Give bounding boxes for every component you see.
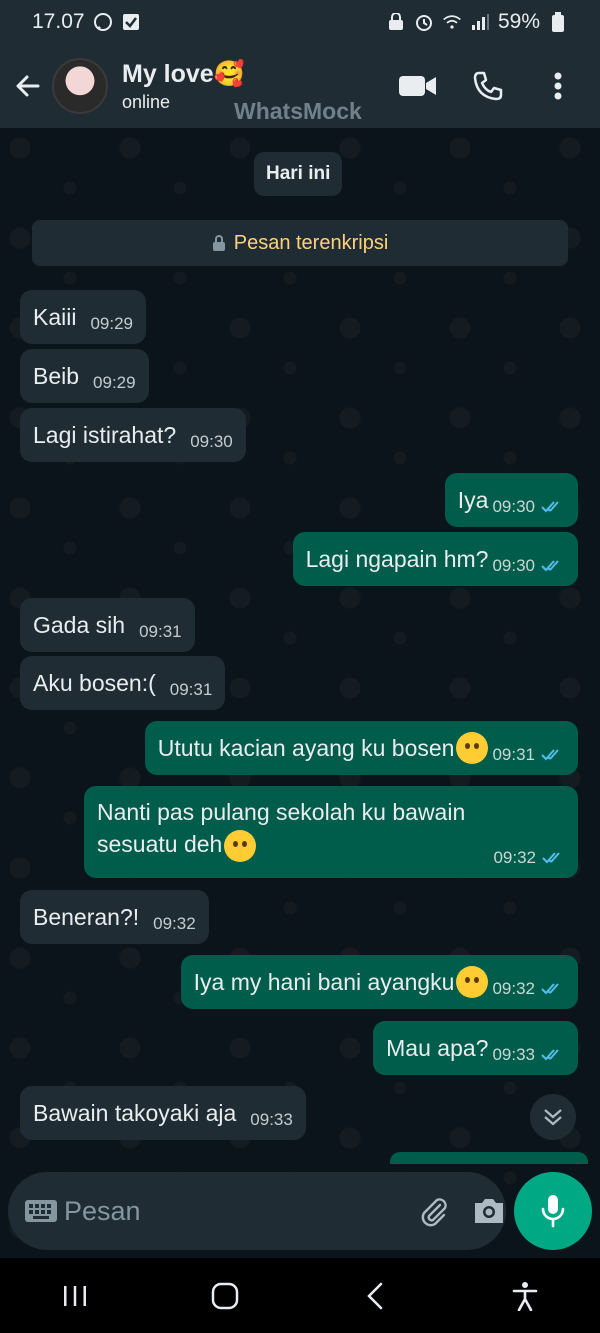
- message-text: Lagi ngapain hm?: [305, 545, 489, 572]
- message-bubble-incoming[interactable]: Bawain takoyaki aja 09:33: [20, 1086, 306, 1140]
- message-time: 09:33: [250, 1110, 293, 1129]
- message-bubble-outgoing[interactable]: Nanti pas pulang sekolah ku bawain sesua…: [84, 786, 578, 878]
- chevron-double-down-icon: [544, 1109, 562, 1126]
- message-bubble-incoming[interactable]: Gada sih 09:31: [20, 598, 195, 652]
- message-text: Beib: [33, 362, 80, 389]
- message-text: Ututu kacian ayang ku bosen: [157, 734, 455, 761]
- message-bubble-partial: [390, 1152, 588, 1164]
- message-bubble-incoming[interactable]: Beneran?! 09:32: [20, 890, 209, 944]
- lock-icon: [212, 235, 225, 251]
- message-bubble-incoming[interactable]: Beib 09:29: [20, 349, 149, 403]
- mic-icon: [541, 1195, 565, 1228]
- video-call-icon[interactable]: [398, 66, 438, 106]
- message-time: 09:31: [492, 745, 535, 764]
- message-text: Aku bosen:(: [33, 669, 156, 696]
- battery-percent: 59%: [497, 10, 540, 33]
- message-time: 09:30: [492, 497, 535, 516]
- message-time: 09:30: [492, 556, 535, 575]
- battery-icon: [548, 12, 568, 32]
- message-bubble-incoming[interactable]: Lagi istirahat? 09:30: [20, 408, 246, 462]
- message-time: 09:31: [169, 680, 213, 699]
- message-time: 09:29: [93, 373, 136, 392]
- system-nav-bar: [0, 1258, 600, 1333]
- message-text: Lagi istirahat?: [33, 421, 177, 448]
- message-text: Nanti pas pulang sekolah ku bawain sesua…: [97, 796, 487, 862]
- accessibility-icon[interactable]: [495, 1266, 555, 1326]
- message-text: Iya my hani bani ayangku: [193, 968, 455, 995]
- wifi-icon: [442, 12, 462, 32]
- double-check-icon: [541, 559, 565, 573]
- message-text: Mau apa?: [386, 1034, 489, 1061]
- message-text: Beneran?!: [33, 903, 140, 930]
- message-bubble-outgoing[interactable]: Iya my hani bani ayangku 09:32: [180, 955, 578, 1009]
- status-time: 17.07: [32, 10, 85, 33]
- message-time: 09:29: [90, 314, 134, 333]
- status-bar: 17.07 59%: [0, 0, 600, 44]
- date-chip: Hari ini: [254, 152, 343, 196]
- watermark: WhatsMock: [234, 98, 362, 124]
- message-time: 09:33: [492, 1045, 535, 1064]
- message-time: 09:30: [190, 432, 233, 451]
- message-time: 09:32: [492, 979, 535, 998]
- message-bubble-outgoing[interactable]: Iya 09:30: [444, 473, 578, 527]
- hushed-face-emoji-icon: [456, 732, 489, 764]
- lock-status-icon: [386, 12, 406, 32]
- alarm-icon: [414, 12, 434, 32]
- message-input[interactable]: [64, 1195, 418, 1227]
- back-icon[interactable]: [345, 1266, 405, 1326]
- smiling-face-emoji-icon: [224, 829, 257, 862]
- message-time: 09:32: [493, 848, 536, 867]
- signal-icon: [470, 12, 490, 32]
- message-bubble-outgoing[interactable]: Ututu kacian ayang ku bosen 09:31: [144, 721, 578, 775]
- message-bubble-outgoing[interactable]: Mau apa? 09:33: [373, 1021, 578, 1075]
- double-check-icon: [541, 500, 565, 514]
- kissing-face-emoji-icon: [456, 966, 489, 998]
- double-check-icon: [541, 982, 565, 996]
- message-text: Gada sih: [33, 611, 126, 638]
- message-text: Kaiii: [33, 303, 77, 330]
- more-options-icon[interactable]: [538, 66, 578, 106]
- message-time: 09:31: [139, 622, 182, 641]
- message-text: Bawain takoyaki aja: [33, 1099, 237, 1126]
- back-arrow-icon[interactable]: [8, 66, 48, 106]
- mic-button[interactable]: [514, 1172, 592, 1250]
- double-check-icon: [541, 1048, 565, 1062]
- checkbox-notification-icon: [121, 12, 141, 32]
- recent-apps-icon[interactable]: [45, 1266, 105, 1326]
- message-time: 09:32: [153, 914, 196, 933]
- contact-info[interactable]: My love🥰 online: [122, 60, 245, 113]
- encryption-notice[interactable]: Pesan terenkripsi: [32, 220, 568, 266]
- avatar[interactable]: [52, 58, 108, 114]
- keyboard-icon[interactable]: [24, 1191, 58, 1231]
- phone-icon[interactable]: [468, 66, 508, 106]
- message-bubble-incoming[interactable]: Aku bosen:( 09:31: [20, 656, 226, 710]
- home-icon[interactable]: [195, 1266, 255, 1326]
- attach-icon[interactable]: [418, 1191, 450, 1231]
- scroll-to-bottom-button[interactable]: [530, 1094, 576, 1140]
- contact-status: online: [122, 91, 171, 112]
- camera-icon[interactable]: [472, 1191, 506, 1231]
- whatsapp-notification-icon: [93, 12, 113, 32]
- chat-area[interactable]: Hari ini Pesan terenkripsi Kaiii 09:29 B…: [0, 128, 600, 1258]
- encryption-text: Pesan terenkripsi: [233, 231, 389, 254]
- contact-name: My love🥰: [122, 59, 245, 88]
- message-bubble-outgoing[interactable]: Lagi ngapain hm? 09:30: [292, 532, 578, 586]
- message-composer: [8, 1172, 506, 1250]
- message-bubble-incoming[interactable]: Kaiii 09:29: [20, 290, 147, 344]
- double-check-icon: [542, 851, 566, 865]
- double-check-icon: [541, 748, 565, 762]
- message-text: Iya: [457, 486, 489, 513]
